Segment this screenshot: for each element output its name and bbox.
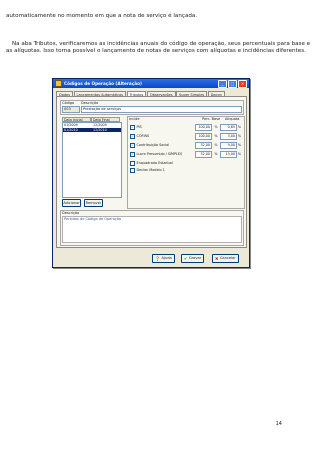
enquadrado-estadual-checkbox[interactable] bbox=[130, 160, 135, 166]
descricao-label: Descrição bbox=[81, 101, 99, 105]
remover-button[interactable]: Remover bbox=[84, 199, 103, 207]
maximize-icon[interactable]: □ bbox=[228, 79, 237, 88]
descricao-box-text: Períodos do Código de Operação bbox=[62, 216, 242, 243]
declan-modelo-1-label: Declan Modelo 1 bbox=[136, 168, 165, 173]
contribuicao-social-aliquota-field[interactable]: 9,00 bbox=[220, 142, 237, 149]
cancel-icon: ✖ bbox=[215, 256, 219, 261]
pis-label: PIS bbox=[136, 125, 142, 130]
aliquota-label: Alíquota bbox=[225, 117, 240, 121]
cofins-aliquota-field[interactable]: 3,00 bbox=[220, 133, 237, 140]
percent-label: % bbox=[214, 125, 218, 130]
percent-label: % bbox=[214, 134, 218, 139]
table-row[interactable]: 01/2010 12/2010 bbox=[63, 127, 121, 132]
app-icon bbox=[55, 80, 62, 87]
cofins-checkbox[interactable]: ✓ bbox=[130, 133, 135, 139]
page-number: 14 bbox=[275, 421, 282, 427]
enquadrado-row: Enquadrado Estadual bbox=[130, 160, 242, 167]
contribuicao-social-base-field[interactable]: 32,00 bbox=[195, 142, 212, 149]
ajuda-label: Ajuda bbox=[161, 256, 172, 260]
cofins-base-field[interactable]: 100,00 bbox=[195, 133, 212, 140]
lucro-presumido-checkbox[interactable]: ✓ bbox=[130, 151, 135, 157]
periods-grid[interactable]: 01/2009 12/2009 01/2010 12/2010 bbox=[62, 122, 122, 198]
tributo-row-pis: ✓ PIS 100,00 % 0,65 % bbox=[130, 124, 242, 131]
declan-row: Declan Modelo 1 bbox=[130, 167, 242, 174]
dialog-titlebar: Códigos de Operação (Alteração) _ □ × bbox=[53, 79, 249, 88]
tributo-row-contribuicao-social: ✓ Contribuição Social 32,00 % 9,00 % bbox=[130, 142, 242, 149]
percent-label: % bbox=[237, 134, 242, 139]
tributo-row-lucro-presumido: ✓ Lucro Presumido / SIMPLES 32,00 % 15,0… bbox=[130, 151, 242, 158]
perc-base-label: Perc. Base bbox=[202, 117, 221, 121]
pis-base-field[interactable]: 100,00 bbox=[195, 124, 212, 131]
cell-data-inicial: 01/2010 bbox=[64, 127, 78, 132]
lucro-presumido-label: Lucro Presumido / SIMPLES bbox=[136, 152, 183, 157]
declan-modelo-1-checkbox[interactable] bbox=[130, 167, 135, 173]
tributo-row-cofins: ✓ COFINS 100,00 % 3,00 % bbox=[130, 133, 242, 140]
gravar-label: Gravar bbox=[188, 256, 202, 260]
descricao-field[interactable]: Prestação de serviços bbox=[81, 106, 242, 113]
pis-aliquota-field[interactable]: 0,65 bbox=[220, 124, 237, 131]
lucro-presumido-aliquota-field[interactable]: 15,00 bbox=[220, 151, 237, 158]
incide-label: Incide bbox=[129, 117, 140, 121]
cancelar-button[interactable]: ✖ Cancelar bbox=[212, 254, 239, 263]
cofins-label: COFINS bbox=[136, 134, 150, 139]
minimize-icon[interactable]: _ bbox=[218, 79, 227, 88]
tributos-panel: Código Descrição 003 Prestação de serviç… bbox=[56, 96, 247, 248]
cell-data-final: 12/2010 bbox=[93, 127, 107, 132]
percent-label: % bbox=[237, 143, 242, 148]
lucro-presumido-base-field[interactable]: 32,00 bbox=[195, 151, 212, 158]
percent-label: % bbox=[237, 152, 242, 157]
descricao-box-label: Descrição bbox=[62, 211, 80, 215]
contribuicao-social-checkbox[interactable]: ✓ bbox=[130, 142, 135, 148]
codigo-label: Código bbox=[62, 101, 75, 105]
dialog-title: Códigos de Operação (Alteração) bbox=[64, 81, 142, 86]
codigos-operacao-dialog: Códigos de Operação (Alteração) _ □ × Da… bbox=[52, 78, 250, 268]
help-icon: ❓ bbox=[155, 256, 160, 261]
close-icon[interactable]: × bbox=[238, 79, 247, 88]
percent-label: % bbox=[237, 125, 242, 130]
adicionar-button[interactable]: Adicionar bbox=[62, 199, 81, 207]
ajuda-button[interactable]: ❓ Ajuda bbox=[152, 254, 175, 263]
codigo-field[interactable]: 003 bbox=[62, 106, 80, 113]
paragraph-1: automaticamente no momento em que a nota… bbox=[6, 13, 198, 19]
enquadrado-estadual-label: Enquadrado Estadual bbox=[136, 161, 173, 166]
gravar-button[interactable]: ✔ Gravar bbox=[181, 254, 205, 263]
contribuicao-social-label: Contribuição Social bbox=[136, 143, 170, 148]
pis-checkbox[interactable]: ✓ bbox=[130, 124, 135, 130]
check-icon: ✔ bbox=[184, 256, 188, 261]
cancelar-label: Cancelar bbox=[219, 256, 236, 260]
percent-label: % bbox=[214, 143, 218, 148]
percent-label: % bbox=[214, 152, 218, 157]
paragraph-2: Na aba Tributos, verificaremos as incidê… bbox=[6, 41, 311, 55]
